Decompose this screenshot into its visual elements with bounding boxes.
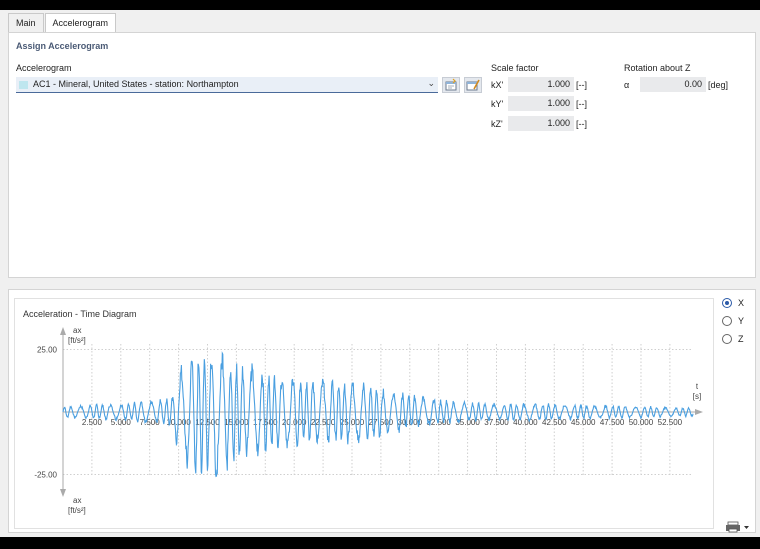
- x-axis-arrow: [695, 409, 703, 415]
- edit-accelerogram-button[interactable]: [464, 77, 482, 93]
- x-tick-label: 40.000: [513, 418, 538, 427]
- print-icon: [726, 521, 749, 533]
- y-tick-label: -25.00: [34, 471, 57, 480]
- section-title: Assign Accelerogram: [16, 41, 109, 51]
- chevron-down-icon: ⌄: [427, 78, 435, 88]
- accelerogram-select[interactable]: AC1 - Mineral, United States - station: …: [16, 77, 438, 93]
- x-axis-unit: [s]: [693, 392, 701, 401]
- radio-z-label: Z: [738, 334, 744, 344]
- y-axis-arrow-up: [60, 327, 66, 335]
- edit-accelerogram-icon: [466, 79, 480, 91]
- x-axis-label: t: [696, 382, 699, 391]
- y-tick-label: 25.00: [37, 346, 58, 355]
- accelerogram-color-swatch: [19, 81, 28, 89]
- x-tick-label: 12.500: [195, 418, 220, 427]
- radio-y-dot: [722, 316, 732, 326]
- y-axis-label-top: ax: [73, 326, 81, 335]
- chart-container: Acceleration - Time Diagram 2.500 5.000 7.…: [14, 298, 714, 529]
- radio-x-label: X: [738, 298, 745, 308]
- kx-input[interactable]: 1.000: [508, 77, 574, 92]
- x-tick-label: 50.000: [629, 418, 654, 427]
- radio-y[interactable]: Y: [722, 316, 744, 326]
- x-tick-label: 47.500: [600, 418, 625, 427]
- y-axis-unit-top: [ft/s²]: [68, 336, 86, 345]
- tab-main[interactable]: Main: [8, 13, 44, 32]
- new-accelerogram-icon: [445, 78, 457, 91]
- x-tick-label: 22.500: [311, 418, 336, 427]
- accelerogram-value: AC1 - Mineral, United States - station: …: [33, 79, 239, 89]
- ky-unit: [--]: [576, 99, 587, 109]
- y-axis-label-bottom: ax: [73, 496, 81, 505]
- accelerogram-label: Accelerogram: [16, 63, 72, 73]
- x-tick-label: 52.500: [658, 418, 683, 427]
- diagram-panel: Acceleration - Time Diagram 2.500 5.000 7.…: [8, 289, 756, 533]
- alpha-label: α: [624, 80, 630, 90]
- print-button[interactable]: [725, 521, 751, 533]
- radio-x[interactable]: X: [722, 298, 744, 308]
- y-axis-unit-bottom: [ft/s²]: [68, 506, 86, 515]
- radio-z[interactable]: Z: [722, 334, 744, 344]
- x-tick-label: 45.000: [571, 418, 596, 427]
- x-tick-label: 5.000: [111, 418, 132, 427]
- kx-unit: [--]: [576, 80, 587, 90]
- radio-z-dot: [722, 334, 732, 344]
- kz-unit: [--]: [576, 119, 587, 129]
- ky-label: kY': [491, 99, 504, 109]
- kz-label: kZ': [491, 119, 503, 129]
- y-axis-arrow-down: [60, 489, 66, 497]
- scale-factor-title: Scale factor: [491, 63, 539, 73]
- radio-x-dot: [722, 298, 732, 308]
- alpha-unit: [deg]: [708, 80, 729, 90]
- accelerogram-dialog: Main Accelerogram Assign Accelerogram Ac…: [0, 10, 760, 537]
- x-tick-label: 2.500: [82, 418, 103, 427]
- radio-y-label: Y: [738, 316, 745, 326]
- series-line-x-acceleration: [62, 351, 694, 478]
- new-accelerogram-button[interactable]: [442, 77, 460, 93]
- ky-input[interactable]: 1.000: [508, 96, 574, 111]
- kz-input[interactable]: 1.000: [508, 116, 574, 131]
- alpha-input[interactable]: 0.00: [640, 77, 706, 92]
- x-tick-label: 17.500: [253, 418, 278, 427]
- tab-bar: Main Accelerogram: [8, 13, 117, 33]
- tab-accelerogram[interactable]: Accelerogram: [44, 13, 117, 33]
- kx-label: kX': [491, 80, 504, 90]
- rotation-title: Rotation about Z: [624, 63, 691, 73]
- assign-accelerogram-panel: Assign Accelerogram Accelerogram AC1 - M…: [8, 32, 756, 278]
- acceleration-time-chart: 2.500 5.000 7.500 10.000 12.500 15.000 17.500 2…: [34, 326, 703, 515]
